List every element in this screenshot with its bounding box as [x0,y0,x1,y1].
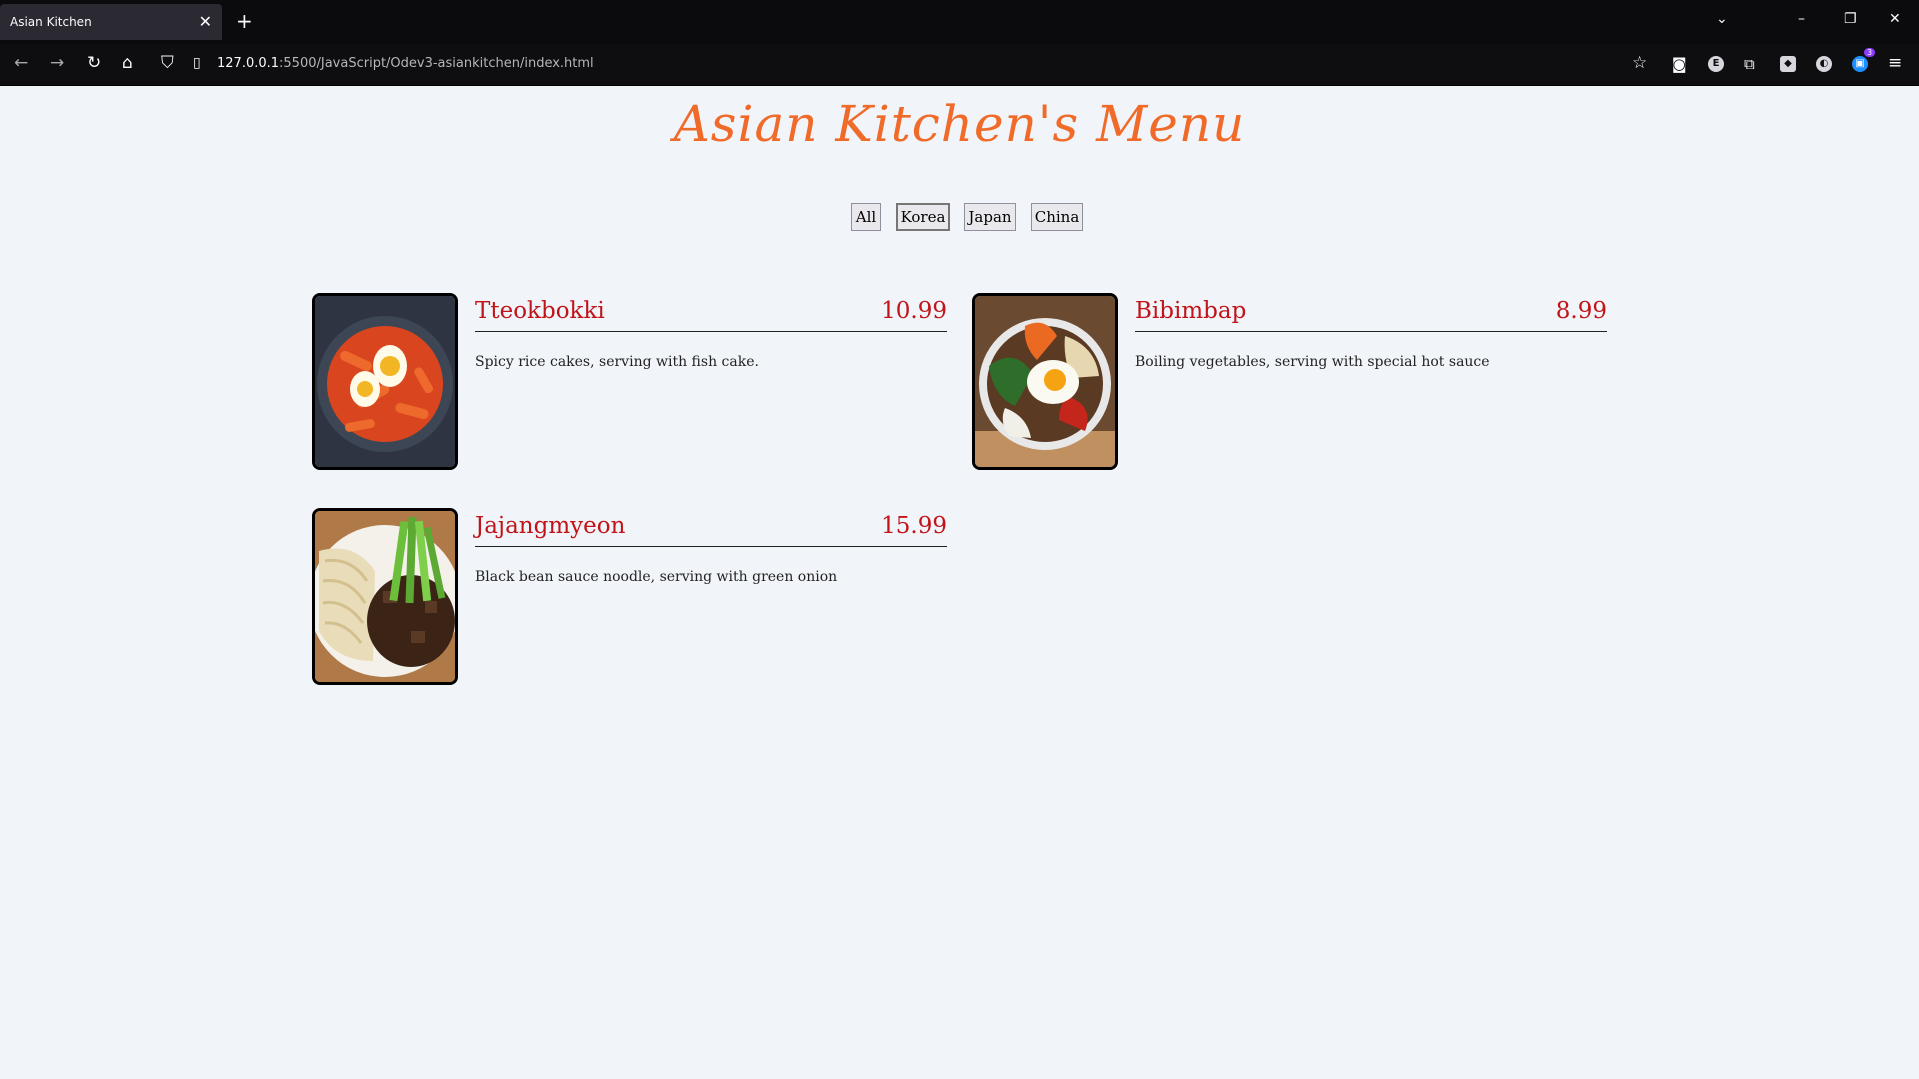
reload-icon[interactable]: ↻ [87,53,101,73]
extension-badge: 3 [1864,48,1876,57]
pocket-icon[interactable]: ◙ [1672,55,1687,73]
item-description: Black bean sauce noodle, serving with gr… [475,569,838,585]
page-title: Asian Kitchen's Menu [673,95,1246,153]
tteokbokki-photo [312,293,458,470]
item-name: Tteokbokki [475,298,605,324]
menu-item: Bibimbap 8.99 Boiling vegetables, servin… [972,293,1607,470]
item-description: Spicy rice cakes, serving with fish cake… [475,354,759,370]
browser-nav-bar: ← → ↻ ⌂ ⛉ ▯ 127.0.0.1:5500/JavaScript/Od… [0,44,1919,86]
item-divider [1135,331,1607,332]
page-info-icon[interactable]: ▯ [193,55,201,71]
filter-all-button[interactable]: All [851,203,881,231]
item-price: 8.99 [1555,298,1607,324]
extension-e-icon[interactable]: E [1708,56,1724,72]
url-path: :5500/JavaScript/Odev3-asiankitchen/inde… [279,56,594,71]
item-name: Bibimbap [1135,298,1247,324]
back-icon[interactable]: ← [14,53,28,73]
tab-title: Asian Kitchen [10,15,92,29]
menu-item: Tteokbokki 10.99 Spicy rice cakes, servi… [312,293,947,470]
filter-korea-button[interactable]: Korea [896,203,950,231]
close-tab-icon[interactable]: ✕ [199,12,212,31]
browser-tab[interactable]: Asian Kitchen ✕ [0,4,222,40]
close-window-icon[interactable]: ✕ [1889,11,1901,27]
jajangmyeon-photo [312,508,458,685]
chevron-down-icon[interactable]: ⌄ [1716,11,1728,27]
browser-tab-bar: Asian Kitchen ✕ + ⌄ – ❐ ✕ [0,0,1919,44]
home-icon[interactable]: ⌂ [122,53,133,73]
item-name: Jajangmyeon [475,513,626,539]
minimize-icon[interactable]: – [1798,11,1805,27]
filter-japan-button[interactable]: Japan [964,203,1016,231]
item-price: 15.99 [881,513,947,539]
extensions-puzzle-icon[interactable]: ⧉ [1744,55,1755,73]
item-description: Boiling vegetables, serving with special… [1135,354,1490,370]
shield-icon[interactable]: ⛉ [161,53,174,73]
filter-china-button[interactable]: China [1031,203,1083,231]
address-bar[interactable]: 127.0.0.1:5500/JavaScript/Odev3-asiankit… [217,56,594,71]
item-divider [475,331,947,332]
menu-item: Jajangmyeon 15.99 Black bean sauce noodl… [312,508,947,685]
forward-icon[interactable]: → [50,53,64,73]
bibimbap-photo [972,293,1118,470]
url-host: 127.0.0.1 [217,56,280,71]
bookmark-star-icon[interactable]: ☆ [1632,53,1647,73]
extension-account-icon[interactable]: ▣ [1852,56,1868,72]
menu-icon[interactable]: ≡ [1888,53,1902,73]
new-tab-icon[interactable]: + [236,9,253,33]
ublock-icon[interactable]: ◆ [1780,56,1796,72]
restore-icon[interactable]: ❐ [1844,11,1857,27]
item-price: 10.99 [881,298,947,324]
item-divider [475,546,947,547]
dark-reader-icon[interactable]: ◐ [1816,56,1832,72]
